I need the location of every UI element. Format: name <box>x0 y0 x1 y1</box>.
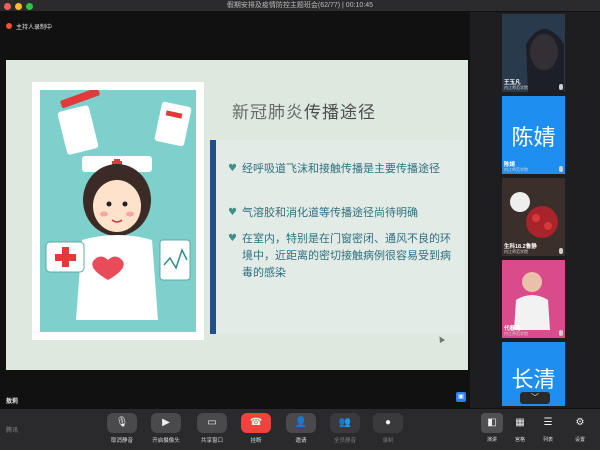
recording-badge: 主持人录制中 <box>6 20 52 32</box>
invite-icon: 👤 <box>294 417 308 428</box>
hangup-button[interactable]: ☎ 挂断 <box>236 413 276 444</box>
scroll-down-chevron-icon[interactable]: ﹀ <box>520 392 550 404</box>
presenter-name: 敖莉 <box>6 399 19 405</box>
mic-muted-icon <box>559 166 563 172</box>
illustration-background <box>40 87 196 332</box>
hangup-label: 挂断 <box>250 438 262 444</box>
recording-dot-icon <box>6 23 12 29</box>
brand-logo: 腾讯 <box>6 428 19 434</box>
heart-bullet-icon: ♥ <box>228 163 237 174</box>
participant-org: 内江师范学院 <box>504 331 528 336</box>
settings-label: 设置 <box>574 437 585 443</box>
unmute-button[interactable]: 🎙 取消静音 <box>102 413 142 444</box>
list-view-button[interactable]: ☰ 列表 <box>534 413 562 443</box>
share-window-label: 共享窗口 <box>200 438 223 444</box>
participant-tile[interactable]: 代春梅 内江师范学院 <box>502 260 565 338</box>
record-button[interactable]: ● 录制 <box>368 413 408 444</box>
title-bar: 假期安排及疫情防控主题班会(62/77) | 00:10:45 <box>0 0 600 12</box>
start-camera-label: 开启摄像头 <box>152 438 180 444</box>
slide-title-plain: 新冠肺炎 <box>232 103 304 123</box>
window-title: 假期安排及疫情防控主题班会(62/77) | 00:10:45 <box>226 2 374 9</box>
participant-tile[interactable]: 生科18.2鲁静 内江师范学院 <box>502 178 565 256</box>
heart-bullet-icon: ♥ <box>228 233 237 244</box>
speaker-view-button[interactable]: ◧ 演讲 <box>478 413 506 443</box>
grid-view-icon: ▦ <box>515 417 525 428</box>
nurse-drawing <box>45 87 192 320</box>
grid-view-label: 宫格 <box>514 437 525 443</box>
slide-bullet: ♥ 气溶胶和消化道等传播途径尚待明确 <box>228 204 460 221</box>
share-window-button[interactable]: ▭ 共享窗口 <box>192 413 232 444</box>
meeting-window: 假期安排及疫情防控主题班会(62/77) | 00:10:45 主持人录制中 新… <box>0 0 600 450</box>
slide-bullet: ♥ 在室内，特别是在门窗密闭、通风不良的环境中，近距离的密切接触病例很容易受到病… <box>228 230 460 281</box>
slide-title: 新冠肺炎传播途径 <box>232 98 376 123</box>
presenter-area: 主持人录制中 新冠肺炎传播途径 ♥ 经呼吸道飞沫和接触传播是主要传播途径 ♥ 气… <box>0 12 470 408</box>
invite-button[interactable]: 👤 邀请 <box>281 413 321 444</box>
mic-muted-icon <box>559 84 563 90</box>
avatar-text: 陈婧 <box>511 126 556 151</box>
mute-all-icon: 👥 <box>338 417 352 428</box>
mic-muted-icon <box>559 248 563 254</box>
participant-tile[interactable]: 陈婧 陈婧 内江师范学院 <box>502 96 565 174</box>
mic-icon: 🎙 <box>115 417 129 428</box>
slide-title-accent: 传播途径 <box>304 103 376 123</box>
mic-muted-icon <box>559 330 563 336</box>
bullet-text: 在室内，特别是在门窗密闭、通风不良的环境中，近距离的密切接触病例很容易受到病毒的… <box>241 232 451 279</box>
nurse-illustration <box>32 82 204 340</box>
invite-label: 邀请 <box>295 438 307 444</box>
avatar-text: 长清 <box>511 368 556 393</box>
recording-label: 主持人录制中 <box>16 24 53 31</box>
bullet-text: 经呼吸道飞沫和接触传播是主要传播途径 <box>241 162 440 175</box>
participant-org: 内江师范学院 <box>504 167 528 172</box>
mute-all-button[interactable]: 👥 全员静音 <box>325 413 365 444</box>
shared-slide: 新冠肺炎传播途径 ♥ 经呼吸道飞沫和接触传播是主要传播途径 ♥ 气溶胶和消化道等… <box>6 60 468 370</box>
camera-icon: ▶ <box>162 417 170 428</box>
bottom-toolbar: 腾讯 🎙 取消静音 ▶ 开启摄像头 ▭ 共享窗口 ☎ 挂断 👤 邀请 👥 全员静… <box>0 408 600 450</box>
list-view-icon: ☰ <box>543 417 553 428</box>
settings-button[interactable]: ⚙ 设置 <box>566 413 594 443</box>
participant-org: 内江师范学院 <box>504 85 528 90</box>
participant-org: 内江师范学院 <box>504 249 528 254</box>
participants-panel: ︿ 王玉凡 内江师范学院 陈婧 陈婧 内江师范学院 生科18.2鲁静 <box>470 12 600 408</box>
start-camera-button[interactable]: ▶ 开启摄像头 <box>146 413 186 444</box>
screen-share-indicator-icon[interactable]: ▣ <box>456 392 466 402</box>
record-label: 录制 <box>382 438 394 444</box>
speaker-view-label: 演讲 <box>486 437 497 443</box>
list-view-label: 列表 <box>542 437 553 443</box>
slide-bullet: ♥ 经呼吸道飞沫和接触传播是主要传播途径 <box>228 160 460 177</box>
unmute-label: 取消静音 <box>110 438 133 444</box>
mute-all-label: 全员静音 <box>333 438 356 444</box>
hangup-icon: ☎ <box>249 417 263 428</box>
bullet-text: 气溶胶和消化道等传播途径尚待明确 <box>241 206 418 219</box>
heart-bullet-icon: ♥ <box>228 207 237 218</box>
grid-view-button[interactable]: ▦ 宫格 <box>506 413 534 443</box>
record-icon: ● <box>384 417 392 428</box>
gear-icon: ⚙ <box>575 417 585 428</box>
speaker-view-icon: ◧ <box>487 417 497 428</box>
participant-tile[interactable]: 王玉凡 内江师范学院 <box>502 14 565 92</box>
share-window-icon: ▭ <box>207 417 217 428</box>
mouse-pointer-icon <box>436 334 446 344</box>
